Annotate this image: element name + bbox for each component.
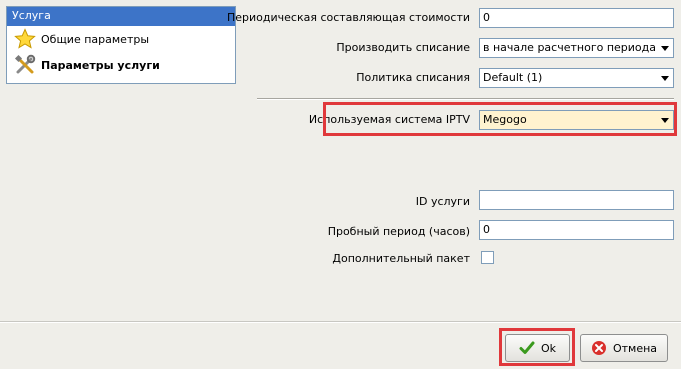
ok-button-label: Ok <box>540 341 557 355</box>
charge-mode-select[interactable]: в начале расчетного периода <box>479 38 674 58</box>
service-id-label: ID услуги <box>415 195 470 208</box>
trial-period-label: Пробный период (часов) <box>327 225 470 238</box>
service-id-input[interactable] <box>479 190 674 210</box>
iptv-system-select[interactable]: Megogo <box>479 110 674 130</box>
iptv-system-value: Megogo <box>483 113 527 126</box>
extra-package-checkbox[interactable] <box>481 251 494 264</box>
cancel-button[interactable]: Отмена <box>580 334 668 362</box>
cancel-button-label: Отмена <box>612 341 658 355</box>
periodic-cost-label: Периодическая составляющая стоимости <box>226 11 470 24</box>
tools-icon <box>14 54 36 76</box>
nav-item-service-params[interactable]: Параметры услуги <box>7 52 235 78</box>
charge-policy-value: Default (1) <box>483 71 543 84</box>
checkmark-icon <box>519 340 535 356</box>
form-divider <box>257 98 674 100</box>
extra-package-label: Дополнительный пакет <box>332 252 470 265</box>
iptv-system-label: Используемая система IPTV <box>308 113 470 126</box>
nav-item-general-params[interactable]: Общие параметры <box>7 26 235 52</box>
trial-period-input[interactable]: 0 <box>479 220 674 240</box>
chevron-down-icon[interactable] <box>661 118 669 123</box>
chevron-down-icon[interactable] <box>661 76 669 81</box>
bottom-divider <box>0 321 681 323</box>
nav-item-label: Общие параметры <box>41 32 150 46</box>
periodic-cost-input[interactable]: 0 <box>479 8 674 28</box>
ok-button[interactable]: Ok <box>505 334 570 362</box>
charge-mode-label: Производить списание <box>336 41 470 54</box>
nav-header[interactable]: Услуга <box>7 7 235 26</box>
nav-item-label: Параметры услуги <box>41 58 160 72</box>
cancel-icon <box>591 340 607 356</box>
charge-policy-select[interactable]: Default (1) <box>479 68 674 88</box>
service-nav-panel: Услуга Общие параметры Параметры услуги <box>6 6 236 84</box>
chevron-down-icon[interactable] <box>661 46 669 51</box>
charge-mode-value: в начале расчетного периода <box>483 41 656 54</box>
charge-policy-label: Политика списания <box>356 71 470 84</box>
star-icon <box>14 28 36 50</box>
